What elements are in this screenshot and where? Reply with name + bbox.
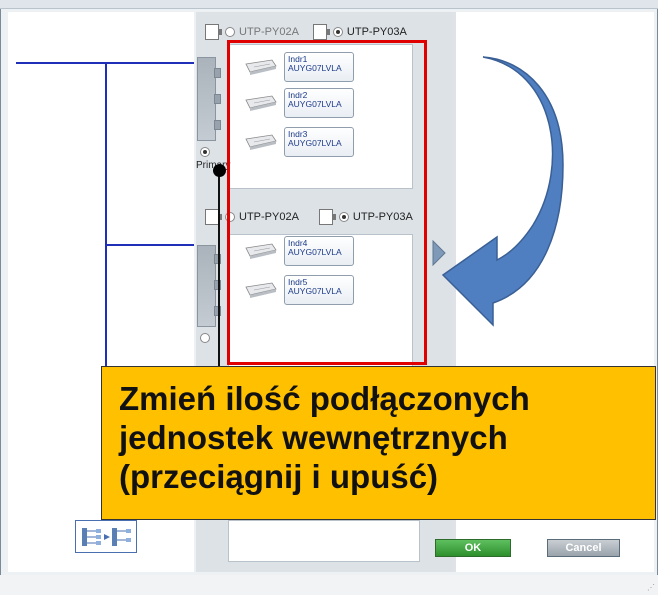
radio-utp-py02a-1[interactable] <box>225 27 235 37</box>
status-strip <box>0 575 658 595</box>
highlight-box <box>227 40 427 365</box>
callout-line-3: (przeciągnij i upuść) <box>119 458 439 495</box>
secondary-radio[interactable] <box>200 333 210 343</box>
cancel-button[interactable]: Cancel <box>547 539 620 557</box>
callout-line-2: jednostek wewnętrznych <box>119 419 508 456</box>
primary-radio[interactable] <box>200 147 210 157</box>
indoor-unit-list-3[interactable] <box>228 520 420 562</box>
branch-box-2-icon <box>205 209 222 225</box>
branch-box-1[interactable] <box>197 57 221 141</box>
option-label: UTP-PY02A <box>239 26 299 38</box>
drag-cable <box>218 170 220 370</box>
swap-layout-icon <box>82 528 131 546</box>
instruction-callout: Zmień ilość podłączonych jednostek wewnę… <box>101 366 656 520</box>
swap-layout-button[interactable] <box>75 520 137 553</box>
callout-line-1: Zmień ilość podłączonych <box>119 380 530 417</box>
drag-handle[interactable] <box>213 164 226 177</box>
layout-option-row-1: UTP-PY02A UTP-PY03A <box>205 24 407 40</box>
option-label: UTP-PY03A <box>346 26 407 38</box>
branch-box-2-icon <box>205 24 222 40</box>
resize-grip-icon[interactable]: ⋰ <box>647 583 655 592</box>
branch-box-3-icon <box>312 24 330 40</box>
title-bar <box>0 0 658 9</box>
ok-button[interactable]: OK <box>435 539 511 557</box>
branch-box-2[interactable] <box>197 245 221 327</box>
radio-utp-py03a-1[interactable] <box>332 27 343 37</box>
curved-arrow-icon <box>441 56 564 327</box>
